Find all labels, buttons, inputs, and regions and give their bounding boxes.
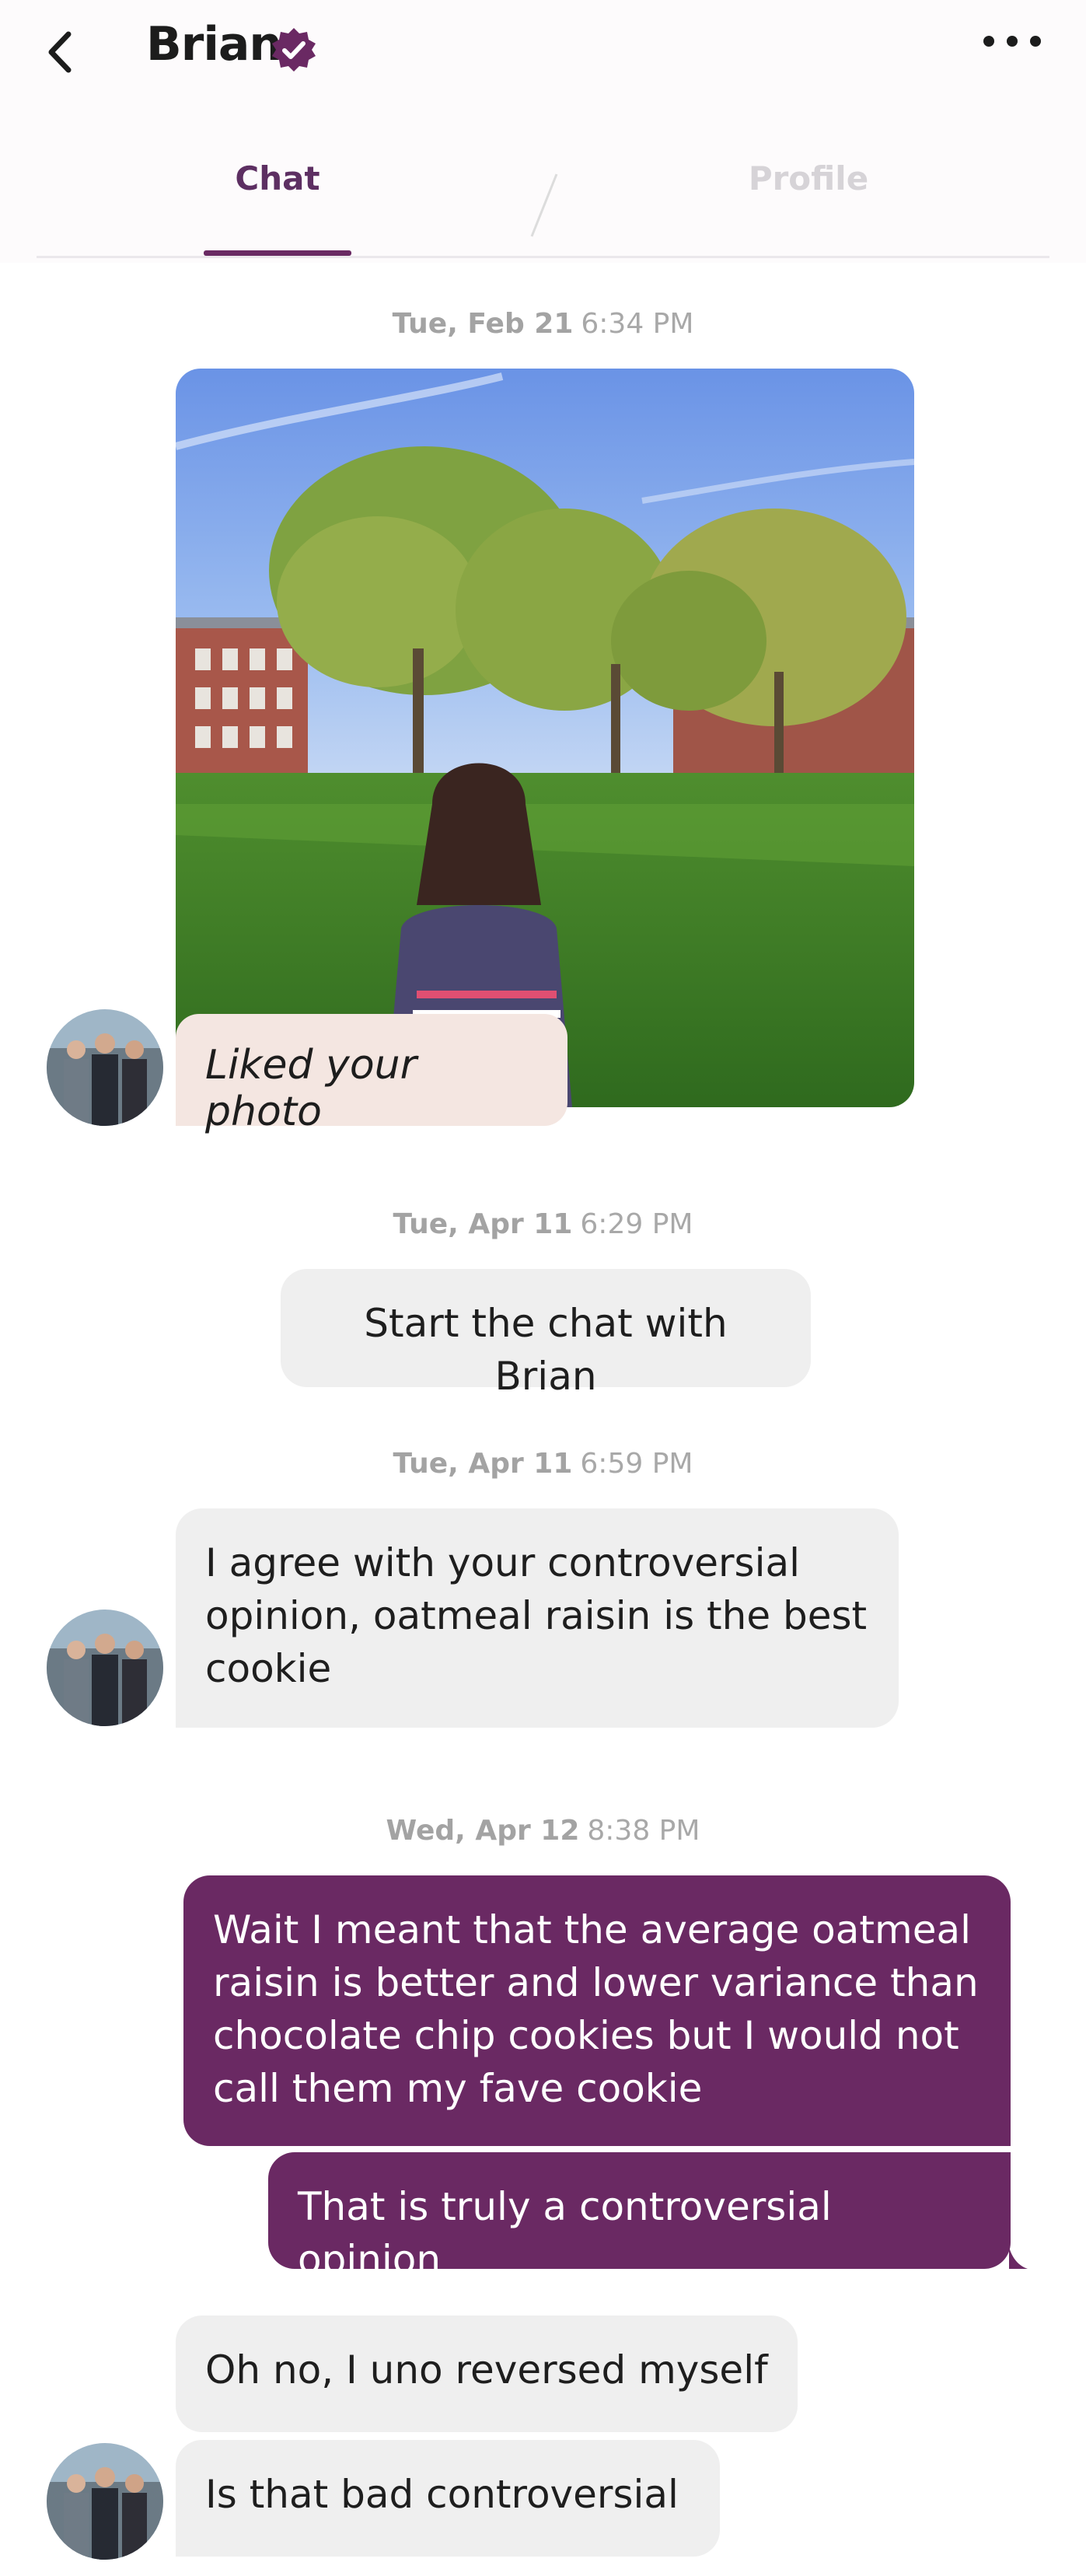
- timestamp-time: 8:38 PM: [587, 1815, 700, 1847]
- liked-photo-caption: Liked your photo: [176, 1014, 567, 1135]
- incoming-message: Is that bad controversial: [176, 2440, 720, 2557]
- avatar-image: [47, 1610, 163, 1726]
- chat-header: Brian Chat Profile: [0, 0, 1086, 263]
- timestamp-date: Tue, Apr 11: [393, 1448, 573, 1480]
- outgoing-message: Wait I meant that the average oatmeal ra…: [183, 1875, 1011, 2146]
- avatar-image: [47, 2443, 163, 2560]
- tab-chat[interactable]: Chat: [204, 159, 351, 197]
- timestamp-date: Wed, Apr 12: [386, 1815, 580, 1847]
- timestamp: Tue, Apr 11 6:29 PM: [0, 1208, 1086, 1240]
- start-chat-prompt[interactable]: Start the chat with Brian: [281, 1269, 811, 1399]
- bubble-tail: [1009, 2247, 1028, 2269]
- liked-photo[interactable]: [176, 369, 914, 1107]
- incoming-message: Oh no, I uno reversed myself: [176, 2316, 798, 2432]
- avatar[interactable]: [47, 2443, 163, 2560]
- outgoing-message: That is truly a controversial opinion: [268, 2152, 1011, 2282]
- active-tab-indicator: [204, 250, 351, 256]
- timestamp: Tue, Apr 11 6:59 PM: [0, 1448, 1086, 1480]
- tab-divider: [530, 173, 558, 237]
- timestamp-date: Tue, Feb 21: [392, 308, 574, 340]
- timestamp-date: Tue, Apr 11: [393, 1208, 573, 1240]
- more-horizontal-icon[interactable]: [981, 30, 1043, 53]
- timestamp: Wed, Apr 12 8:38 PM: [0, 1815, 1086, 1847]
- avatar[interactable]: [47, 1009, 163, 1126]
- tab-divider-line: [37, 256, 1049, 258]
- avatar[interactable]: [47, 1610, 163, 1726]
- timestamp-time: 6:34 PM: [581, 308, 694, 340]
- contact-name[interactable]: Brian: [146, 17, 282, 72]
- verified-badge-icon: [272, 28, 316, 72]
- photo-image: [176, 369, 914, 1107]
- timestamp-time: 6:29 PM: [580, 1208, 693, 1240]
- avatar-image: [47, 1009, 163, 1126]
- timestamp: Tue, Feb 21 6:34 PM: [0, 308, 1086, 340]
- tab-profile[interactable]: Profile: [731, 159, 886, 197]
- incoming-message: I agree with your controversial opinion,…: [176, 1508, 899, 1728]
- timestamp-time: 6:59 PM: [580, 1448, 693, 1480]
- chevron-left-icon[interactable]: [39, 23, 86, 78]
